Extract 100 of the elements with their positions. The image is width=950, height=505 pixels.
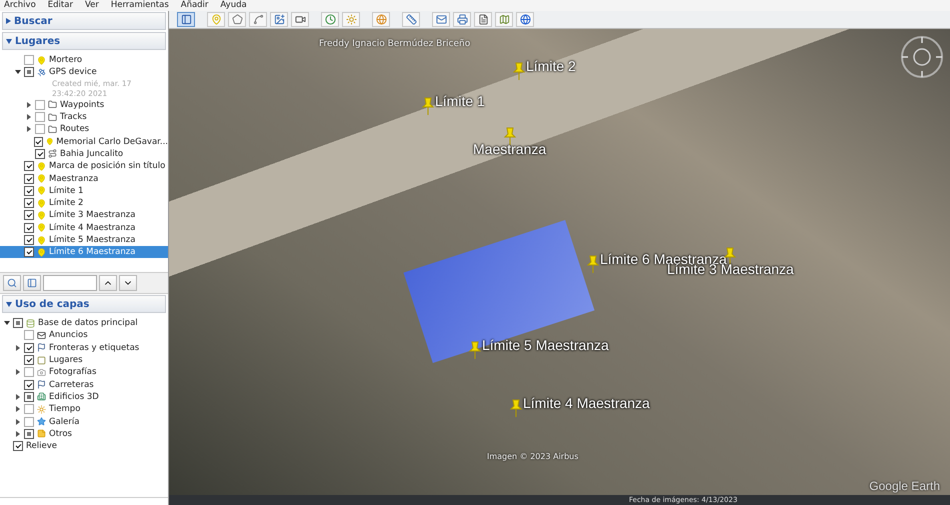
checkbox[interactable] — [24, 342, 34, 353]
menu-item[interactable]: Añadir — [180, 0, 208, 11]
expand-arrow-icon[interactable] — [27, 126, 31, 132]
email-button[interactable] — [432, 12, 450, 27]
panel-header[interactable]: Buscar — [2, 12, 166, 30]
tree-item[interactable]: Base de datos principal — [0, 317, 168, 330]
tree-item[interactable]: Fronteras y etiquetas — [0, 342, 168, 354]
checkbox[interactable] — [24, 392, 34, 402]
folder-icon — [48, 112, 57, 122]
tree-item[interactable]: Tiempo — [0, 403, 168, 416]
checkbox[interactable] — [24, 235, 34, 245]
checkbox[interactable] — [24, 428, 34, 439]
checkbox[interactable] — [24, 247, 34, 258]
pushpin-icon — [37, 198, 46, 208]
sidebar-toggle-button[interactable] — [177, 12, 195, 27]
checkbox[interactable] — [24, 380, 34, 390]
tree-item[interactable]: Routes — [0, 123, 168, 136]
checkbox[interactable] — [35, 124, 45, 134]
checkbox[interactable] — [24, 186, 34, 196]
checkbox[interactable] — [24, 367, 34, 378]
star-icon — [37, 417, 46, 426]
search-button[interactable] — [3, 275, 21, 291]
tree-item[interactable]: Memorial Carlo DeGavar... — [0, 135, 168, 148]
print-button[interactable] — [453, 12, 471, 27]
tree-item[interactable]: Carreteras — [0, 378, 168, 391]
checkbox[interactable] — [24, 67, 34, 78]
panel-header[interactable]: Uso de capas — [2, 295, 166, 313]
expand-arrow-icon[interactable] — [27, 102, 31, 108]
expand-arrow-icon[interactable] — [16, 418, 20, 425]
expand-arrow-icon[interactable] — [16, 394, 20, 400]
path-tool-button[interactable] — [249, 12, 267, 27]
tree-item[interactable]: Anuncios — [0, 329, 168, 342]
tree-item[interactable]: Waypoints — [0, 98, 168, 111]
placemark-label: Límite 5 Maestranza — [482, 337, 609, 353]
checkbox[interactable] — [35, 148, 45, 159]
tree-item[interactable]: Lugares — [0, 354, 168, 366]
map-view-button[interactable] — [495, 12, 513, 27]
polygon-tool-button[interactable] — [228, 12, 246, 27]
save-image-button[interactable] — [474, 12, 492, 27]
checkbox[interactable] — [24, 161, 34, 172]
checkbox[interactable] — [24, 55, 34, 66]
tree-item[interactable]: Límite 1 — [0, 184, 168, 197]
tree-item[interactable]: Otros — [0, 428, 168, 440]
checkbox[interactable] — [24, 174, 34, 184]
tree-item[interactable]: GPS device — [0, 66, 168, 79]
checkbox[interactable] — [24, 330, 34, 340]
tree-item[interactable]: Tracks — [0, 110, 168, 124]
checkbox[interactable] — [24, 416, 34, 427]
expand-arrow-icon[interactable] — [16, 369, 20, 376]
checkbox[interactable] — [35, 100, 45, 110]
expand-arrow-icon[interactable] — [27, 114, 31, 120]
menu-item[interactable]: Herramientas — [110, 0, 169, 11]
tree-item[interactable]: Límite 2 — [0, 196, 168, 210]
image-overlay-button[interactable] — [270, 12, 288, 27]
pushpin-icon — [37, 174, 46, 184]
checkbox[interactable] — [24, 210, 34, 220]
tree-item[interactable]: Maestranza — [0, 172, 168, 185]
tree-item[interactable]: Límite 5 Maestranza — [0, 234, 168, 246]
tree-item[interactable]: Mortero — [0, 54, 168, 66]
pushpin-icon — [37, 56, 46, 65]
menu-item[interactable]: Archivo — [4, 0, 36, 11]
checkbox[interactable] — [13, 441, 23, 452]
menu-item[interactable]: Ayuda — [220, 0, 247, 11]
tree-item[interactable]: Marca de posición sin título — [0, 160, 168, 172]
tree-item[interactable]: Límite 3 Maestranza — [0, 209, 168, 222]
street-label: Freddy Ignacio Bermúdez Briceño — [319, 39, 470, 49]
tree-item[interactable]: Límite 6 Maestranza — [0, 246, 168, 258]
map-icon — [498, 14, 510, 25]
checkbox[interactable] — [13, 318, 23, 328]
panel-toggle-button[interactable] — [23, 275, 41, 291]
pushpin-icon — [37, 236, 46, 244]
checkbox[interactable] — [24, 198, 34, 208]
record-tour-button[interactable] — [291, 12, 309, 27]
tree-item[interactable]: Relieve — [0, 440, 168, 452]
checkbox[interactable] — [24, 355, 34, 366]
tree-item[interactable]: Bahia Juncalito — [0, 148, 168, 160]
planet-button[interactable] — [372, 12, 390, 27]
compass-icon[interactable] — [900, 35, 944, 79]
expand-arrow-icon[interactable] — [16, 430, 20, 437]
ruler-button[interactable] — [402, 12, 420, 27]
panel-header[interactable]: Lugares — [2, 32, 166, 50]
globe-button[interactable] — [516, 12, 534, 27]
path-icon — [48, 149, 57, 158]
checkbox[interactable] — [24, 222, 34, 233]
checkbox[interactable] — [24, 404, 34, 414]
expand-arrow-icon[interactable] — [16, 406, 20, 412]
tree-item[interactable]: Galería — [0, 415, 168, 428]
tree-item[interactable]: Edificios 3D — [0, 390, 168, 404]
checkbox[interactable] — [35, 112, 45, 122]
tree-item[interactable]: Fotografías — [0, 366, 168, 378]
tree-item[interactable]: Límite 4 Maestranza — [0, 222, 168, 234]
search-field[interactable] — [43, 275, 97, 291]
menu-item[interactable]: Editar — [48, 0, 73, 11]
checkbox[interactable] — [34, 136, 43, 147]
building-icon — [37, 392, 46, 402]
placemark-label: Límite 2 — [526, 58, 576, 74]
path-icon — [252, 14, 264, 25]
expand-arrow-icon[interactable] — [16, 344, 20, 351]
history-button[interactable] — [321, 12, 339, 27]
menu-item[interactable]: Ver — [84, 0, 99, 11]
